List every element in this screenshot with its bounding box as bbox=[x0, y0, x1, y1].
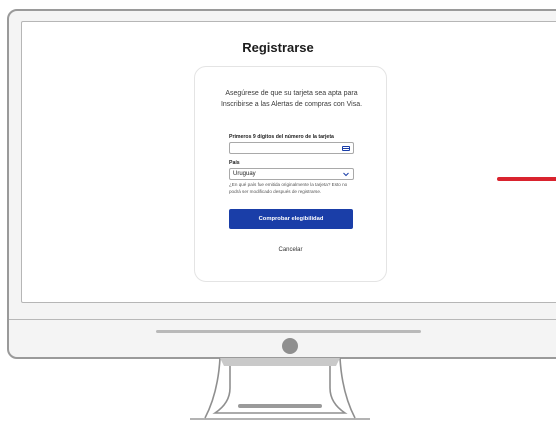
intro-text: Asegúrese de que su tarjeta sea apta par… bbox=[220, 90, 363, 108]
camera-icon bbox=[282, 338, 298, 354]
red-accent-line bbox=[497, 177, 556, 181]
check-eligibility-button[interactable]: Comprobar elegibilidad bbox=[229, 209, 353, 229]
country-help-text: ¿En qué país fue emitida originalmente l… bbox=[229, 182, 348, 194]
country-select[interactable]: Uruguay bbox=[229, 168, 354, 180]
card-digits-input[interactable] bbox=[229, 142, 354, 154]
chevron-down-icon bbox=[343, 172, 349, 177]
country-label: País bbox=[229, 160, 240, 166]
page-title: Registrarse bbox=[242, 40, 314, 55]
credit-card-icon bbox=[342, 145, 350, 151]
registration-card: Asegúrese de que su tarjeta sea apta par… bbox=[194, 66, 387, 282]
monitor-stand bbox=[190, 358, 370, 420]
card-digits-label: Primeros 9 dígitos del número de la tarj… bbox=[229, 134, 334, 140]
country-selected-value: Uruguay bbox=[233, 171, 256, 177]
cancel-link[interactable]: Cancelar bbox=[195, 247, 386, 253]
screen-bottom-edge bbox=[9, 319, 556, 320]
